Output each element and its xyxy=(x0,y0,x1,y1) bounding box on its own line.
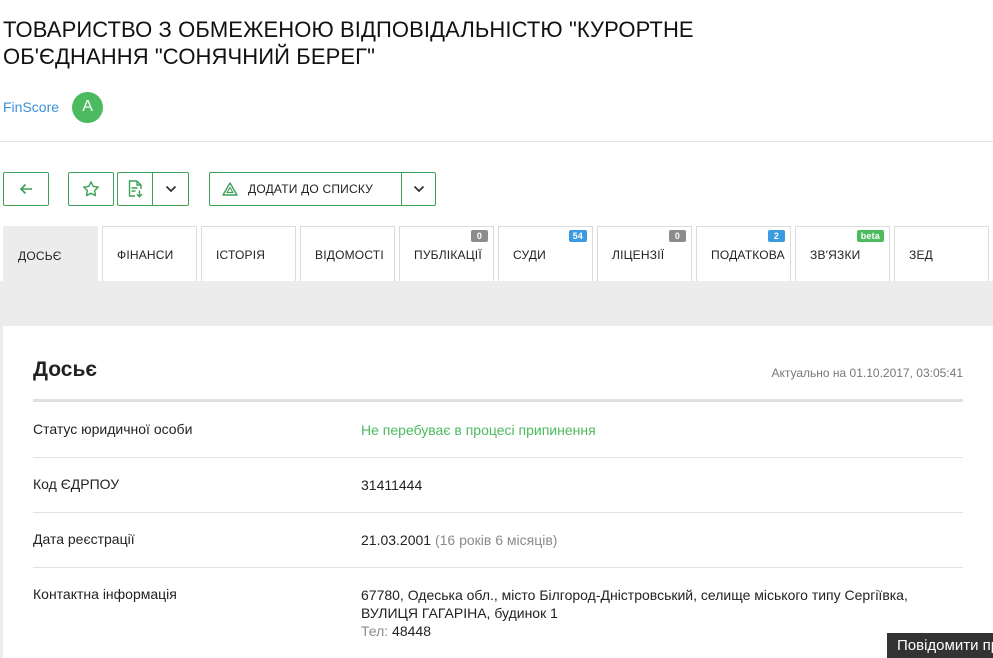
tab-publications[interactable]: ПУБЛІКАЦІЇ 0 xyxy=(399,226,494,281)
tab-label: ЗЕД xyxy=(909,248,933,262)
phone-line: Тел: 48448 xyxy=(361,622,936,640)
tab-tax[interactable]: ПОДАТКОВА 2 xyxy=(696,226,791,281)
tab-label: СУДИ xyxy=(513,248,546,262)
dossier-title: Досьє xyxy=(33,358,97,381)
company-title: ТОВАРИСТВО З ОБМЕЖЕНОЮ ВІДПОВІДАЛЬНІСТЮ … xyxy=(3,17,694,69)
edrpou-value: 31411444 xyxy=(361,477,423,493)
tab-history[interactable]: ІСТОРІЯ xyxy=(201,226,296,281)
count-badge: 0 xyxy=(471,230,488,242)
tab-records[interactable]: ВІДОМОСТІ xyxy=(300,226,395,281)
export-button-group xyxy=(117,172,189,206)
status-value: Не перебуває в процесі припинення xyxy=(361,422,596,438)
tab-label: ПУБЛІКАЦІЇ xyxy=(414,248,482,262)
actual-timestamp: Актуально на 01.10.2017, 03:05:41 xyxy=(771,366,963,380)
registration-age: (16 років 6 місяців) xyxy=(434,532,558,548)
tab-finances[interactable]: ФІНАНСИ xyxy=(102,226,197,281)
favorite-button[interactable] xyxy=(68,172,114,206)
row-divider xyxy=(33,567,963,568)
count-badge: 2 xyxy=(768,230,785,242)
tab-label: ІСТОРІЯ xyxy=(216,248,266,262)
tab-label: ЛІЦЕНЗІЇ xyxy=(612,248,665,262)
beta-badge: beta xyxy=(856,230,884,242)
count-badge: 54 xyxy=(568,230,587,242)
export-button[interactable] xyxy=(118,173,154,205)
tab-foreign-trade[interactable]: ЗЕД xyxy=(894,226,989,281)
phone-label: Тел: xyxy=(361,623,389,639)
row-divider xyxy=(33,457,963,458)
export-dropdown-toggle[interactable] xyxy=(153,173,188,205)
chevron-down-icon xyxy=(413,185,425,193)
count-badge: 0 xyxy=(669,230,686,242)
tab-label: ЗВ'ЯЗКИ xyxy=(810,248,861,262)
back-button[interactable] xyxy=(3,172,49,206)
row-divider xyxy=(33,512,963,513)
finscore-link[interactable]: FinScore xyxy=(3,99,59,115)
address-text: 67780, Одеська обл., місто Білгород-Дніс… xyxy=(361,587,908,621)
registration-date-value: 21.03.2001 (16 років 6 місяців) xyxy=(361,531,961,549)
dossier-card: Досьє Актуально на 01.10.2017, 03:05:41 … xyxy=(3,326,993,658)
add-to-list-button-group: ДОДАТИ ДО СПИСКУ xyxy=(209,172,436,206)
row-label: Статус юридичної особи xyxy=(33,421,193,437)
phone-value: 48448 xyxy=(392,623,431,639)
contacts-value: 67780, Одеська обл., місто Білгород-Дніс… xyxy=(361,586,936,640)
tab-connections[interactable]: ЗВ'ЯЗКИ beta xyxy=(795,226,890,281)
tab-label: ДОСЬЄ xyxy=(18,248,62,263)
add-to-list-label: ДОДАТИ ДО СПИСКУ xyxy=(248,182,374,196)
triangle-logo-icon xyxy=(222,182,238,196)
add-to-list-dropdown-toggle[interactable] xyxy=(402,173,435,205)
finscore-row: FinScore A xyxy=(3,91,104,123)
row-label: Дата реєстрації xyxy=(33,531,135,547)
tab-label: ФІНАНСИ xyxy=(117,248,174,262)
finscore-grade-badge: A xyxy=(72,91,104,123)
star-icon xyxy=(82,180,100,198)
header-divider xyxy=(0,141,993,142)
tab-licenses[interactable]: ЛІЦЕНЗІЇ 0 xyxy=(597,226,692,281)
arrow-left-icon xyxy=(19,183,33,195)
row-label: Код ЄДРПОУ xyxy=(33,476,120,492)
tab-courts[interactable]: СУДИ 54 xyxy=(498,226,593,281)
row-label: Контактна інформація xyxy=(33,586,177,602)
registration-date: 21.03.2001 xyxy=(361,532,432,548)
tab-dossier[interactable]: ДОСЬЄ xyxy=(3,226,98,282)
document-download-icon xyxy=(127,180,143,198)
tab-label: ВІДОМОСТІ xyxy=(315,248,384,262)
chevron-down-icon xyxy=(165,185,177,193)
add-to-list-button[interactable]: ДОДАТИ ДО СПИСКУ xyxy=(210,173,402,205)
report-error-button[interactable]: Повідомити про помилку xyxy=(887,633,993,658)
tab-label: ПОДАТКОВА xyxy=(711,248,785,262)
title-divider xyxy=(33,399,963,402)
